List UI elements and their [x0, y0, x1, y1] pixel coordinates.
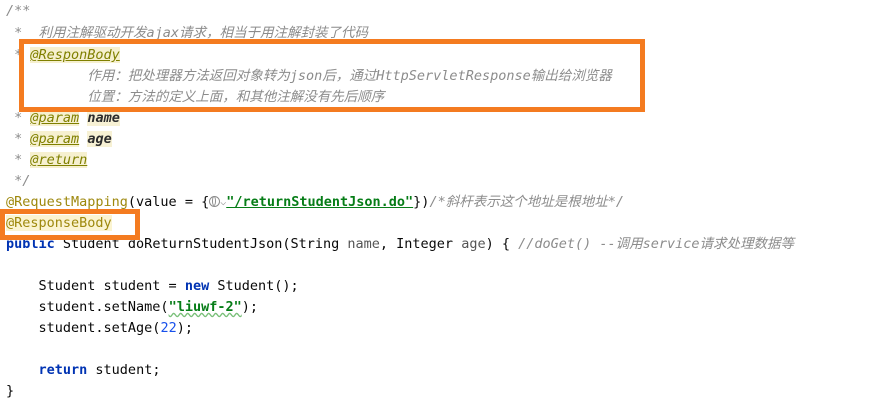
- code-line-16: student.setAge(22);: [6, 320, 193, 336]
- code-line-1: /**: [6, 3, 31, 19]
- javadoc-tag-return: @return: [30, 152, 88, 168]
- javadoc-param-age: age: [87, 131, 112, 147]
- code-line-7: * @param age: [6, 131, 112, 147]
- annotation-requestmapping: @RequestMapping: [6, 194, 128, 210]
- globe-icon[interactable]: [209, 196, 221, 207]
- javadoc-tag-param: @param: [30, 110, 80, 126]
- code-line-15: student.setName("liuwf-2");: [6, 299, 258, 315]
- javadoc-tag-param: @param: [30, 131, 80, 147]
- highlight-box-annotation: [0, 209, 140, 240]
- string-literal: "liuwf-2": [168, 299, 242, 315]
- javadoc-param-name: name: [87, 110, 120, 126]
- url-string[interactable]: "/returnStudentJson.do": [226, 194, 413, 210]
- code-line-19: }: [6, 383, 15, 399]
- highlight-box-javadoc: [19, 39, 645, 112]
- code-line-9: */: [6, 173, 31, 189]
- code-line-14: Student student = new Student();: [6, 278, 299, 294]
- code-line-8: * @return: [6, 152, 88, 168]
- code-line-18: return student;: [38, 362, 161, 378]
